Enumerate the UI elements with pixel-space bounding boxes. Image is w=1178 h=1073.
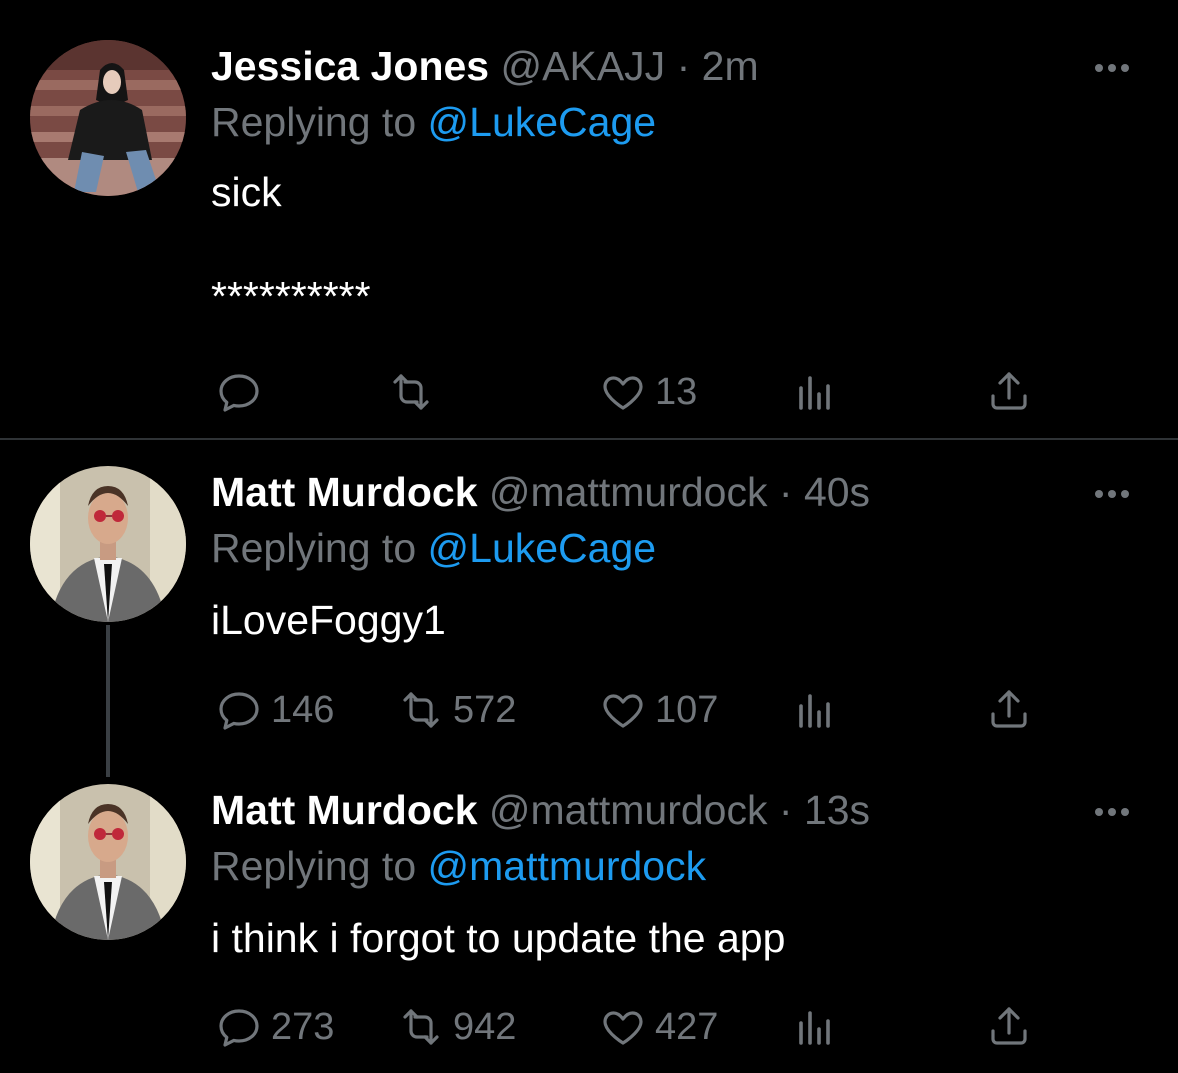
replying-to: Replying to @LukeCage bbox=[211, 522, 656, 574]
tweet-text: sick ********** bbox=[211, 169, 371, 319]
separator-dot: · bbox=[778, 787, 793, 833]
tweet-header: Matt Murdock @mattmurdock · 40s bbox=[211, 466, 870, 518]
share-button[interactable] bbox=[985, 680, 1033, 740]
views-icon bbox=[799, 694, 830, 728]
reply-button[interactable] bbox=[215, 362, 271, 422]
author-handle[interactable]: @AKAJJ bbox=[501, 43, 666, 89]
avatar[interactable] bbox=[30, 784, 186, 940]
author-name[interactable]: Matt Murdock bbox=[211, 787, 478, 833]
views-button[interactable] bbox=[791, 680, 839, 740]
views-icon bbox=[799, 376, 830, 410]
reply-button[interactable]: 273 bbox=[215, 997, 334, 1057]
author-handle[interactable]: @mattmurdock bbox=[489, 469, 768, 515]
tweet-matt-murdock-1[interactable]: Matt Murdock @mattmurdock · 40s Replying… bbox=[0, 440, 1178, 777]
retweet-count: 942 bbox=[453, 1005, 517, 1048]
views-button[interactable] bbox=[791, 997, 839, 1057]
share-icon bbox=[991, 1007, 1027, 1045]
author-name[interactable]: Matt Murdock bbox=[211, 469, 478, 515]
more-icon[interactable] bbox=[1090, 484, 1134, 504]
avatar-photo-jessica bbox=[30, 40, 186, 196]
avatar-photo-matt bbox=[30, 466, 186, 622]
views-icon bbox=[799, 1011, 830, 1045]
replying-to: Replying to @mattmurdock bbox=[211, 840, 706, 892]
like-count: 107 bbox=[655, 688, 719, 731]
views-button[interactable] bbox=[791, 362, 839, 422]
tweet-text: iLoveFoggy1 bbox=[211, 597, 446, 643]
separator-dot: · bbox=[778, 469, 793, 515]
tweet-header: Jessica Jones @AKAJJ · 2m bbox=[211, 40, 759, 92]
replying-to: Replying to @LukeCage bbox=[211, 96, 656, 148]
tweet-jessica-jones[interactable]: Jessica Jones @AKAJJ · 2m Replying to @L… bbox=[0, 0, 1178, 440]
heart-icon bbox=[603, 376, 643, 410]
reply-icon bbox=[219, 1009, 259, 1047]
reply-button[interactable]: 146 bbox=[215, 680, 334, 740]
timestamp[interactable]: 13s bbox=[804, 787, 870, 833]
author-name[interactable]: Jessica Jones bbox=[211, 43, 489, 89]
heart-icon bbox=[603, 1011, 643, 1045]
mention-link[interactable]: @LukeCage bbox=[428, 525, 657, 571]
tweet-matt-murdock-2[interactable]: Matt Murdock @mattmurdock · 13s Replying… bbox=[0, 770, 1178, 1073]
more-icon[interactable] bbox=[1090, 58, 1134, 78]
retweet-icon bbox=[403, 1009, 439, 1045]
retweet-button[interactable]: 572 bbox=[397, 680, 516, 740]
retweet-icon bbox=[403, 692, 439, 728]
retweet-button[interactable] bbox=[387, 362, 443, 422]
reply-count: 146 bbox=[271, 688, 335, 731]
like-count: 427 bbox=[655, 1005, 719, 1048]
mention-link[interactable]: @mattmurdock bbox=[428, 843, 707, 889]
reply-icon bbox=[219, 692, 259, 730]
tweet-actions: 13 bbox=[211, 362, 1041, 422]
share-icon bbox=[991, 372, 1027, 410]
replying-to-label: Replying to bbox=[211, 99, 417, 145]
tweet-actions: 146 572 107 bbox=[211, 680, 1041, 740]
tweet-text: i think i forgot to update the app bbox=[211, 915, 786, 961]
more-icon[interactable] bbox=[1090, 802, 1134, 822]
author-handle[interactable]: @mattmurdock bbox=[489, 787, 768, 833]
separator-dot: · bbox=[676, 43, 691, 89]
retweet-count: 572 bbox=[453, 688, 517, 731]
avatar[interactable] bbox=[30, 40, 186, 196]
share-button[interactable] bbox=[985, 362, 1033, 422]
tweet-header: Matt Murdock @mattmurdock · 13s bbox=[211, 784, 870, 836]
replying-to-label: Replying to bbox=[211, 843, 417, 889]
reply-count: 273 bbox=[271, 1005, 335, 1048]
mention-link[interactable]: @LukeCage bbox=[428, 99, 657, 145]
heart-icon bbox=[603, 694, 643, 728]
timestamp[interactable]: 40s bbox=[804, 469, 870, 515]
like-count: 13 bbox=[655, 370, 698, 413]
like-button[interactable]: 107 bbox=[599, 680, 718, 740]
share-button[interactable] bbox=[985, 997, 1033, 1057]
avatar[interactable] bbox=[30, 466, 186, 622]
like-button[interactable]: 427 bbox=[599, 997, 718, 1057]
retweet-button[interactable]: 942 bbox=[397, 997, 516, 1057]
replying-to-label: Replying to bbox=[211, 525, 417, 571]
share-icon bbox=[991, 690, 1027, 728]
reply-icon bbox=[219, 374, 259, 412]
retweet-icon bbox=[393, 374, 429, 410]
thread-connector bbox=[106, 625, 110, 777]
like-button[interactable]: 13 bbox=[599, 362, 697, 422]
timestamp[interactable]: 2m bbox=[702, 43, 759, 89]
avatar-photo-matt bbox=[30, 784, 186, 940]
tweet-actions: 273 942 427 bbox=[211, 997, 1041, 1057]
